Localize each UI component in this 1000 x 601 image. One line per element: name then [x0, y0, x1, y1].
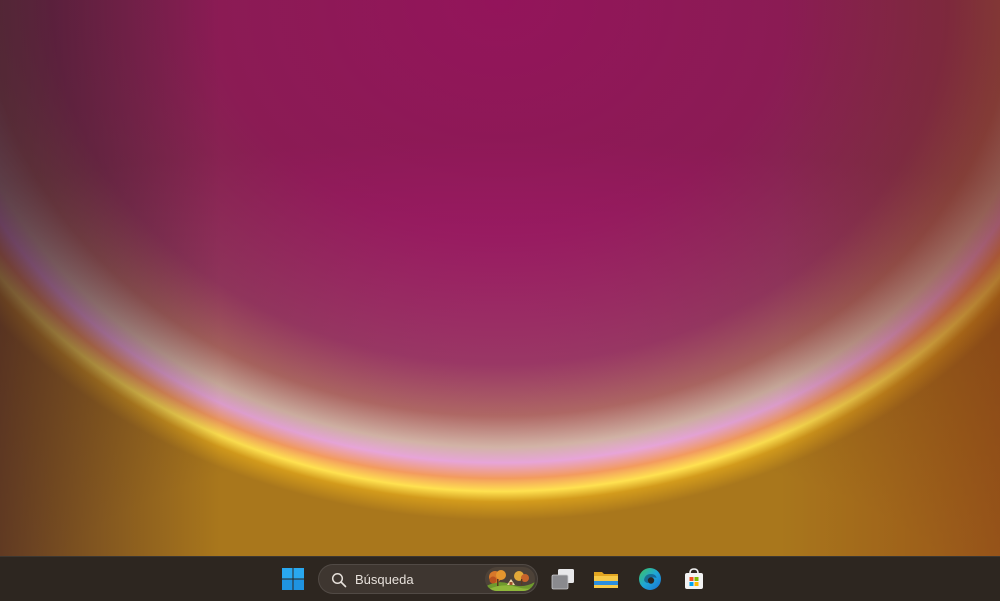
- microsoft-store-icon: [685, 568, 703, 589]
- search-icon: [331, 572, 347, 588]
- microsoft-store-button[interactable]: [678, 563, 710, 595]
- start-button[interactable]: [277, 563, 309, 595]
- edge-browser-button[interactable]: [634, 563, 666, 595]
- file-explorer-icon: [594, 572, 618, 588]
- edge-browser-icon: [639, 568, 661, 590]
- task-view-icon: [551, 569, 574, 590]
- desktop-wallpaper: [0, 0, 1000, 556]
- autumn-landscape-icon[interactable]: [485, 567, 535, 591]
- file-explorer-button[interactable]: [590, 563, 622, 595]
- windows-start-icon: [282, 568, 304, 590]
- taskbar: Búsqueda: [0, 556, 1000, 601]
- search-placeholder: Búsqueda: [355, 572, 414, 587]
- search-box[interactable]: Búsqueda: [318, 564, 538, 594]
- task-view-button[interactable]: [547, 563, 579, 595]
